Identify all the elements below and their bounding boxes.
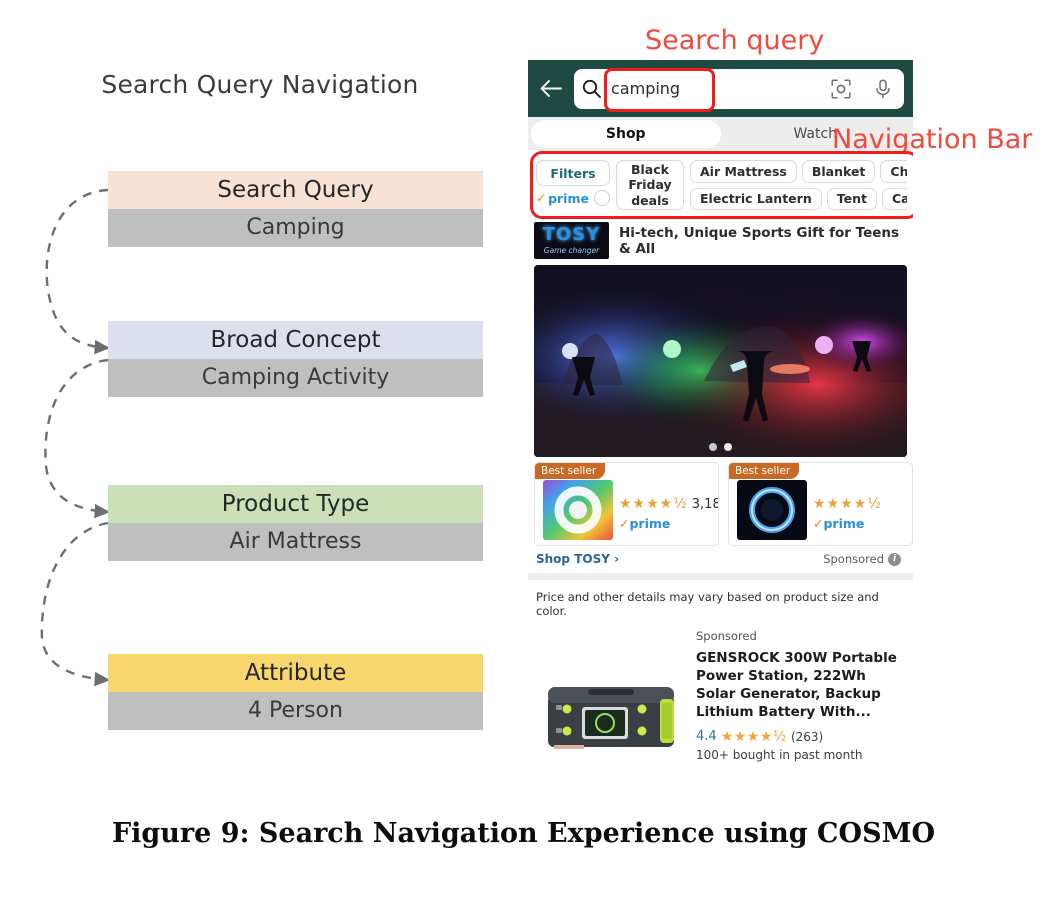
- microphone-icon[interactable]: [862, 78, 904, 99]
- listing-title[interactable]: GENSROCK 300W Portable Power Station, 22…: [696, 650, 907, 722]
- bf-line-1: Black: [631, 162, 669, 178]
- brand-product-cards: Best seller ★★★★½ 3,1 ✓prime Best seller…: [528, 457, 913, 546]
- diagram-node-broad-concept: Broad Concept Camping Activity: [108, 321, 483, 397]
- listing-rating-score: 4.4: [696, 729, 717, 745]
- prime-badge: ✓prime: [619, 516, 718, 531]
- node-label-product-type: Product Type: [108, 485, 483, 523]
- product-card-info: ★★★★½ ✓prime: [813, 477, 886, 531]
- chip-tent[interactable]: Tent: [826, 187, 877, 210]
- diagram-node-product-type: Product Type Air Mattress: [108, 485, 483, 561]
- chip-electric-lantern[interactable]: Electric Lantern: [690, 187, 822, 210]
- product-thumbnail: [737, 480, 807, 540]
- node-label-broad-concept: Broad Concept: [108, 321, 483, 359]
- search-input[interactable]: camping: [608, 79, 680, 98]
- listing-text: Sponsored GENSROCK 300W Portable Power S…: [696, 625, 907, 762]
- product-rating-row: ★★★★½: [813, 493, 886, 512]
- search-query-field[interactable]: camping: [604, 68, 820, 112]
- prime-check-icon: ✓: [619, 516, 630, 531]
- listing-sponsored-label: Sponsored: [696, 629, 757, 643]
- app-search-header: camping: [528, 60, 913, 117]
- filters-button[interactable]: Filters: [536, 160, 610, 187]
- sponsored-label: Sponsored: [823, 552, 884, 566]
- node-value-broad-concept: Camping Activity: [108, 359, 483, 397]
- chip-air-mattress[interactable]: Air Mattress: [690, 160, 797, 183]
- product-card-info: ★★★★½3,188 ✓prime: [619, 477, 718, 531]
- hero-dot[interactable]: [724, 443, 732, 451]
- chip-camping[interactable]: Campi: [881, 187, 907, 210]
- prime-label: prime: [548, 190, 589, 206]
- chip-blanket[interactable]: Blanket: [801, 160, 876, 183]
- node-label-attribute: Attribute: [108, 654, 483, 692]
- tab-shop[interactable]: Shop: [531, 119, 721, 148]
- best-seller-badge: Best seller: [729, 463, 800, 479]
- star-rating-icon: ★★★★½: [813, 496, 882, 512]
- node-value-attribute: 4 Person: [108, 692, 483, 730]
- product-rating-row: ★★★★½3,188: [619, 493, 718, 512]
- search-query-navigation-diagram: Search Query Navigation Search Query Cam…: [0, 0, 520, 790]
- hero-carousel-dots[interactable]: [534, 443, 907, 451]
- prime-check-icon: ✓: [536, 191, 547, 206]
- listing-rating-row[interactable]: 4.4 ★★★★½ (263): [696, 729, 907, 745]
- product-card[interactable]: Best seller ★★★★½ ✓prime: [728, 462, 913, 546]
- brand-hero-image[interactable]: [534, 265, 907, 457]
- prime-check-icon: ✓: [813, 516, 824, 531]
- shop-tosy-link[interactable]: Shop TOSY ›: [536, 552, 619, 566]
- chip-chair[interactable]: Chair: [880, 160, 907, 183]
- prime-toggle-switch[interactable]: [593, 190, 610, 207]
- diagram-node-attribute: Attribute 4 Person: [108, 654, 483, 730]
- price-disclaimer: Price and other details may vary based o…: [536, 590, 879, 618]
- star-rating-icon: ★★★★½: [720, 728, 787, 745]
- annotation-search-query: Search query: [645, 25, 825, 56]
- listing-thumbnail[interactable]: [536, 625, 686, 750]
- brand-tagline: Hi-tech, Unique Sports Gift for Teens & …: [619, 224, 900, 257]
- review-count: 3,188: [691, 497, 718, 512]
- best-seller-badge: Best seller: [535, 463, 606, 479]
- section-divider: [528, 573, 913, 580]
- prime-toggle-row[interactable]: ✓ prime: [536, 186, 610, 210]
- brand-shop-row: Shop TOSY › Sponsored i: [528, 546, 913, 571]
- black-friday-deals-button[interactable]: Black Friday deals: [616, 160, 684, 210]
- figure-caption: Figure 9: Search Navigation Experience u…: [112, 818, 935, 849]
- diagram-node-search-query: Search Query Camping: [108, 171, 483, 247]
- filter-chips-column: Air Mattress Blanket Chair Electric Lant…: [690, 160, 907, 210]
- hero-dot[interactable]: [709, 443, 717, 451]
- arrow-left-icon[interactable]: [528, 80, 574, 97]
- annotation-navigation-bar: Navigation Bar: [832, 124, 1033, 155]
- prime-label: prime: [823, 516, 865, 531]
- node-value-product-type: Air Mattress: [108, 523, 483, 561]
- navigation-filter-bar: Filters ✓ prime Black Friday deals Air M…: [528, 150, 913, 219]
- prime-label: prime: [629, 516, 671, 531]
- filter-chip-row-2: Electric Lantern Tent Campi: [690, 187, 907, 210]
- amazon-app-screenshot: camping Shop Watch Filters ✓ prime Black…: [528, 60, 913, 776]
- brand-banner[interactable]: TOSY Game changer Hi-tech, Unique Sports…: [528, 219, 913, 263]
- product-thumbnail: [543, 480, 613, 540]
- info-icon[interactable]: i: [888, 552, 901, 566]
- node-value-search-query: Camping: [108, 209, 483, 247]
- listing-bought-count: 100+ bought in past month: [696, 747, 863, 762]
- tosy-logo-word: TOSY: [542, 224, 601, 245]
- search-result-listing[interactable]: Sponsored GENSROCK 300W Portable Power S…: [528, 625, 913, 762]
- listing-review-count: (263): [790, 729, 824, 744]
- tosy-logo-subtitle: Game changer: [543, 246, 600, 255]
- bf-line-2: Friday: [628, 177, 672, 193]
- search-icon: [574, 79, 608, 98]
- prime-badge: ✓prime: [813, 516, 886, 531]
- sponsored-label-row: Sponsored i: [823, 552, 901, 566]
- filter-chip-row-1: Air Mattress Blanket Chair: [690, 160, 907, 183]
- node-label-search-query: Search Query: [108, 171, 483, 209]
- tosy-logo: TOSY Game changer: [534, 222, 609, 259]
- product-card[interactable]: Best seller ★★★★½ 3,1 ✓prime: [534, 462, 719, 546]
- filters-cell: Filters ✓ prime: [536, 160, 610, 210]
- search-input-container[interactable]: camping: [574, 68, 904, 112]
- bf-line-3: deals: [631, 192, 669, 208]
- camera-lens-icon[interactable]: [820, 78, 862, 99]
- star-rating-icon: ★★★★½: [619, 496, 688, 512]
